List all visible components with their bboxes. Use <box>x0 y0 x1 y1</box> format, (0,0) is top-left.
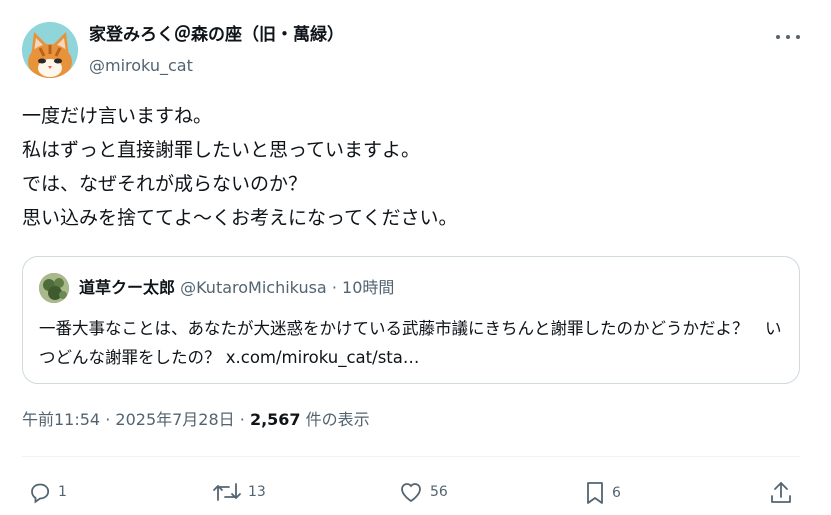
quoted-author-avatar <box>39 273 69 303</box>
reply-count: 1 <box>58 484 67 500</box>
tweet-line: 私はずっと直接謝罪したいと思っていますよ。 <box>22 139 421 161</box>
like-count: 56 <box>430 484 448 500</box>
tweet-meta: 午前11:54 · 2025年7月28日 · 2,567 件の表示 <box>22 408 370 432</box>
bookmark-count: 6 <box>612 485 621 501</box>
author-handle[interactable]: @miroku_cat <box>89 55 193 77</box>
tweet-line: では、なぜそれが成らないのか？ <box>22 173 308 195</box>
tweet-date[interactable]: 2025年7月28日 <box>115 410 234 429</box>
tweet-time[interactable]: 午前11:54 <box>22 410 100 429</box>
meta-separator: · <box>239 410 245 429</box>
reply-icon <box>31 483 50 504</box>
cat-avatar-icon <box>22 22 78 78</box>
author-display-name[interactable]: 家登みろく＠森の座（旧・萬緑） <box>89 24 344 46</box>
quoted-author-name: 道草クー太郎 <box>79 278 176 297</box>
more-dot <box>786 35 790 39</box>
view-count: 2,567 <box>249 410 301 429</box>
view-count-label: 件の表示 <box>305 410 370 429</box>
quoted-header: 道草クー太郎 @KutaroMichikusa · 10時間 <box>79 276 394 300</box>
retweet-count: 13 <box>248 484 266 500</box>
bookmark-button[interactable]: 6 <box>584 480 621 506</box>
quoted-separator: · <box>331 278 337 297</box>
quoted-tweet[interactable]: 道草クー太郎 @KutaroMichikusa · 10時間 一番大事なことは、… <box>22 256 800 384</box>
reply-button[interactable]: 1 <box>28 480 67 504</box>
like-button[interactable]: 56 <box>398 480 448 504</box>
tweet-text: 一度だけ言いますね。 私はずっと直接謝罪したいと思っていますよ。 では、なぜそれ… <box>22 99 802 235</box>
more-dot <box>796 35 800 39</box>
quoted-text: 一番大事なことは、あなたが大迷惑をかけている武藤市議にきちんと謝罪したのかどうか… <box>39 319 782 367</box>
quoted-author-handle: @KutaroMichikusa <box>180 278 327 297</box>
meta-separator: · <box>105 410 111 429</box>
more-options-icon[interactable] <box>776 27 800 47</box>
tweet-line: 一度だけ言いますね。 <box>22 105 213 127</box>
divider <box>22 456 800 457</box>
retweet-button[interactable]: 13 <box>212 480 266 504</box>
tweet-line: 思い込みを捨ててよ～くお考えになってください。 <box>22 207 458 229</box>
retweet-icon <box>213 483 241 501</box>
quoted-timestamp: 10時間 <box>342 278 395 297</box>
share-icon <box>771 482 791 503</box>
more-dot <box>776 35 780 39</box>
share-button[interactable] <box>768 480 794 506</box>
bookmark-icon <box>587 482 603 504</box>
heart-icon <box>401 483 421 503</box>
author-avatar[interactable] <box>22 22 78 78</box>
plant-avatar-icon <box>39 273 69 303</box>
